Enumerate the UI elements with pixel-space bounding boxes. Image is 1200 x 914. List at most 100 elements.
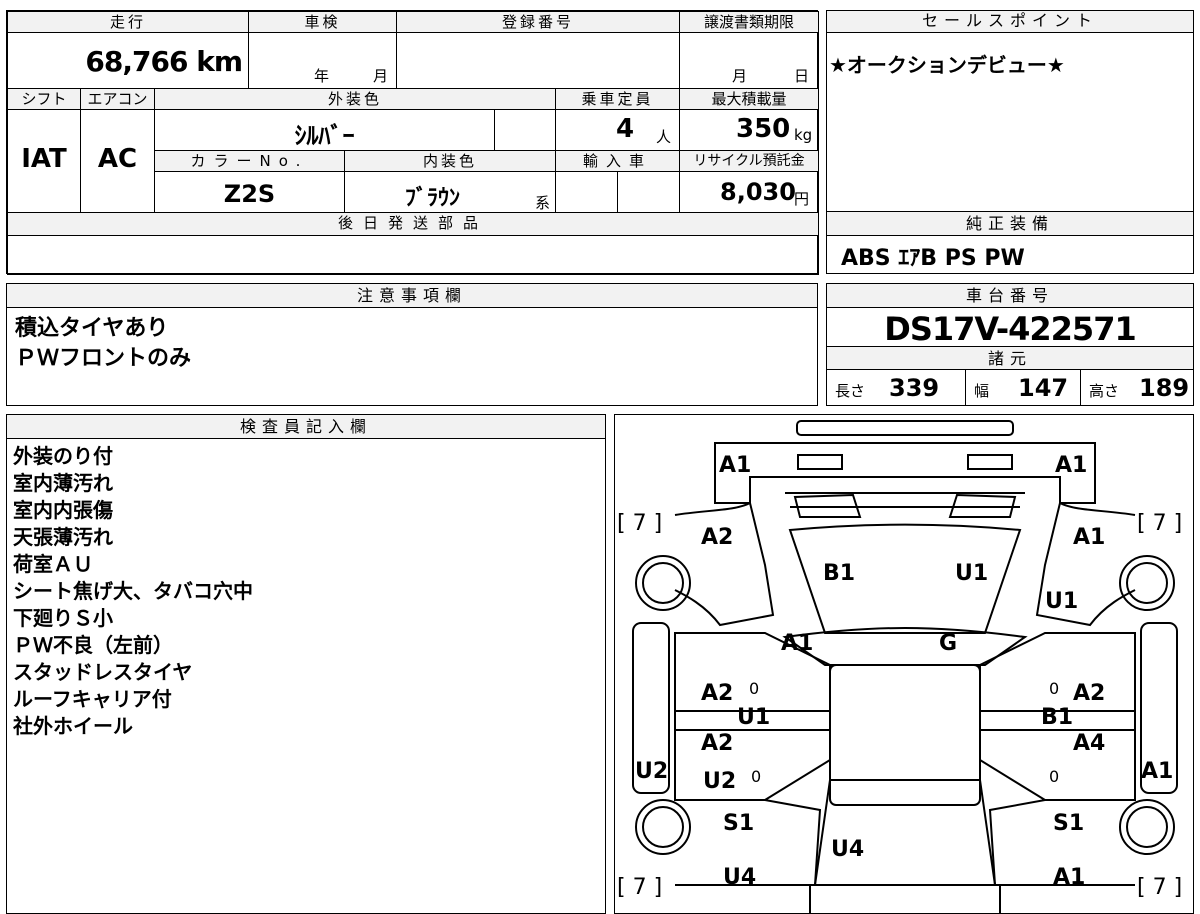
mileage-cell: 68,766 km bbox=[7, 32, 249, 89]
chassis-panel: 車台番号 DS17V-422571 諸元 長さ 339 幅 147 高さ 189 bbox=[826, 283, 1194, 406]
recycle-value: 8,030 bbox=[720, 178, 796, 206]
capacity-label: 乗車定員 bbox=[555, 88, 680, 110]
inspector-line: ルーフキャリア付 bbox=[13, 687, 172, 711]
interior-color-cell: ﾌﾞﾗｳﾝ 系 bbox=[344, 171, 556, 213]
exterior-color-cell: ｼﾙﾊﾞｰ bbox=[154, 109, 495, 151]
exterior-color-label: 外装色 bbox=[154, 88, 556, 110]
import-cell-a bbox=[555, 171, 618, 213]
height-cell: 高さ 189 bbox=[1080, 369, 1194, 406]
zero-mark: 0 bbox=[749, 679, 760, 698]
mileage-value: 68,766 km bbox=[85, 45, 243, 78]
inspector-line: スタッドレスタイヤ bbox=[13, 660, 193, 684]
height-value: 189 bbox=[1139, 374, 1190, 402]
width-cell: 幅 147 bbox=[965, 369, 1081, 406]
inspector-line: 室内内張傷 bbox=[13, 498, 113, 522]
inspector-line: 外装のり付 bbox=[13, 444, 113, 468]
transfer-month-unit: 月 bbox=[732, 67, 748, 85]
recycle-cell: 8,030 円 bbox=[679, 171, 819, 213]
mark-front-right: A1 bbox=[1055, 453, 1088, 478]
caution-line: 積込タイヤあり bbox=[15, 316, 169, 341]
inspector-label: 検査員記入欄 bbox=[7, 415, 605, 439]
mark-door-front-right-2: B1 bbox=[1041, 705, 1074, 730]
mark-door-front-left-2: U1 bbox=[737, 705, 771, 730]
transfer-day-unit: 日 bbox=[794, 67, 810, 85]
shaken-month-unit: 月 bbox=[373, 67, 389, 85]
car-diagram-panel: [ 7 ] [ 7 ] [ 7 ] [ 7 ] A1 A1 A2 A1 B1 U… bbox=[614, 414, 1194, 914]
max-load-label: 最大積載量 bbox=[679, 88, 819, 110]
width-label: 幅 bbox=[974, 382, 990, 400]
mark-sill-right: A1 bbox=[1141, 759, 1174, 784]
inspector-panel: 検査員記入欄 外装のり付 室内薄汚れ 室内内張傷 天張薄汚れ 荷室ＡＵ シート焦… bbox=[6, 414, 606, 914]
aircon-value: AC bbox=[97, 144, 138, 174]
shift-cell: IAT bbox=[7, 109, 81, 213]
shaken-cell: 年 月 bbox=[248, 32, 397, 89]
inspector-line: 天張薄汚れ bbox=[13, 525, 113, 549]
caution-panel: 注意事項欄 積込タイヤあり ＰＷフロントのみ bbox=[6, 283, 818, 406]
color-no-cell: Z2S bbox=[154, 171, 345, 213]
recycle-label: リサイクル預託金 bbox=[679, 150, 819, 172]
inspector-lines: 外装のり付 室内薄汚れ 室内内張傷 天張薄汚れ 荷室ＡＵ シート焦げ大、タバコ穴… bbox=[13, 443, 253, 740]
registration-label: 登録番号 bbox=[396, 11, 680, 33]
sales-point-text: ★オークションデビュー★ bbox=[829, 53, 1065, 77]
spec-table: 走行 車検 登録番号 譲渡書類期限 68,766 km 年 月 月 日 シフト … bbox=[6, 10, 819, 275]
mark-fender-left: A2 bbox=[701, 525, 734, 550]
mark-rear-left: U4 bbox=[723, 865, 757, 890]
max-load-unit: kg bbox=[794, 126, 813, 144]
registration-cell bbox=[396, 32, 680, 89]
zero-mark: 0 bbox=[1049, 767, 1060, 786]
mark-back-door: U4 bbox=[831, 837, 865, 862]
inspector-line: ＰＷ不良（左前） bbox=[13, 633, 173, 657]
exterior-color-extra-cell bbox=[494, 109, 556, 151]
height-label: 高さ bbox=[1089, 382, 1120, 400]
mark-windshield-left: A1 bbox=[781, 631, 814, 656]
mark-windshield-right: G bbox=[939, 631, 958, 656]
inspector-line: 下廻りＳ小 bbox=[13, 606, 113, 630]
mileage-label: 走行 bbox=[7, 11, 249, 33]
max-load-value: 350 bbox=[736, 114, 791, 144]
aircon-cell: AC bbox=[80, 109, 155, 213]
later-parts-cell bbox=[7, 235, 819, 275]
capacity-value: 4 bbox=[616, 114, 635, 144]
sales-point-label: セールスポイント bbox=[827, 11, 1193, 33]
interior-color-value: ﾌﾞﾗｳﾝ bbox=[405, 186, 461, 211]
exterior-color-value: ｼﾙﾊﾞｰ bbox=[294, 122, 355, 150]
transfer-cell: 月 日 bbox=[679, 32, 819, 89]
caution-lines: 積込タイヤあり ＰＷフロントのみ bbox=[15, 314, 191, 374]
tire-tread-top-right: [ 7 ] bbox=[1137, 511, 1183, 536]
inspector-line: 荷室ＡＵ bbox=[13, 552, 93, 576]
mark-fender-right: A1 bbox=[1073, 525, 1106, 550]
mark-door-front-left: A2 bbox=[701, 681, 734, 706]
capacity-cell: 4 人 bbox=[555, 109, 680, 151]
mark-hood-left: B1 bbox=[823, 561, 856, 586]
mark-quarter-right: S1 bbox=[1053, 811, 1085, 836]
caution-label: 注意事項欄 bbox=[7, 284, 817, 308]
genuine-equipment-panel: 純正装備 ABS ｴｱB PS PW bbox=[826, 211, 1194, 274]
chassis-value: DS17V-422571 bbox=[884, 310, 1136, 348]
import-cell-b bbox=[617, 171, 680, 213]
inspector-line: 室内薄汚れ bbox=[13, 471, 113, 495]
width-value: 147 bbox=[1018, 374, 1069, 402]
caution-line: ＰＷフロントのみ bbox=[15, 346, 192, 371]
zero-mark: 0 bbox=[751, 767, 762, 786]
chassis-label: 車台番号 bbox=[827, 284, 1193, 308]
tire-tread-bottom-right: [ 7 ] bbox=[1137, 875, 1183, 900]
max-load-cell: 350 kg bbox=[679, 109, 819, 151]
length-value: 339 bbox=[889, 374, 940, 402]
mark-rear-right: A1 bbox=[1053, 865, 1086, 890]
zero-mark: 0 bbox=[1049, 679, 1060, 698]
genuine-equipment-text: ABS ｴｱB PS PW bbox=[841, 246, 1025, 271]
mark-hood-right: U1 bbox=[955, 561, 989, 586]
mark-door-rear-right: A4 bbox=[1073, 731, 1106, 756]
shift-label: シフト bbox=[7, 88, 81, 110]
tire-tread-bottom-left: [ 7 ] bbox=[617, 875, 663, 900]
mark-door-rear-left-2: U2 bbox=[703, 769, 737, 794]
shaken-year-unit: 年 bbox=[314, 67, 330, 85]
length-cell: 長さ 339 bbox=[826, 369, 966, 406]
mark-door-rear-left: A2 bbox=[701, 731, 734, 756]
aircon-label: エアコン bbox=[80, 88, 155, 110]
color-no-value: Z2S bbox=[223, 180, 276, 208]
tire-tread-top-left: [ 7 ] bbox=[617, 511, 663, 536]
car-outline bbox=[632, 420, 1178, 913]
shift-value: IAT bbox=[21, 144, 67, 174]
length-label: 長さ bbox=[835, 382, 866, 400]
